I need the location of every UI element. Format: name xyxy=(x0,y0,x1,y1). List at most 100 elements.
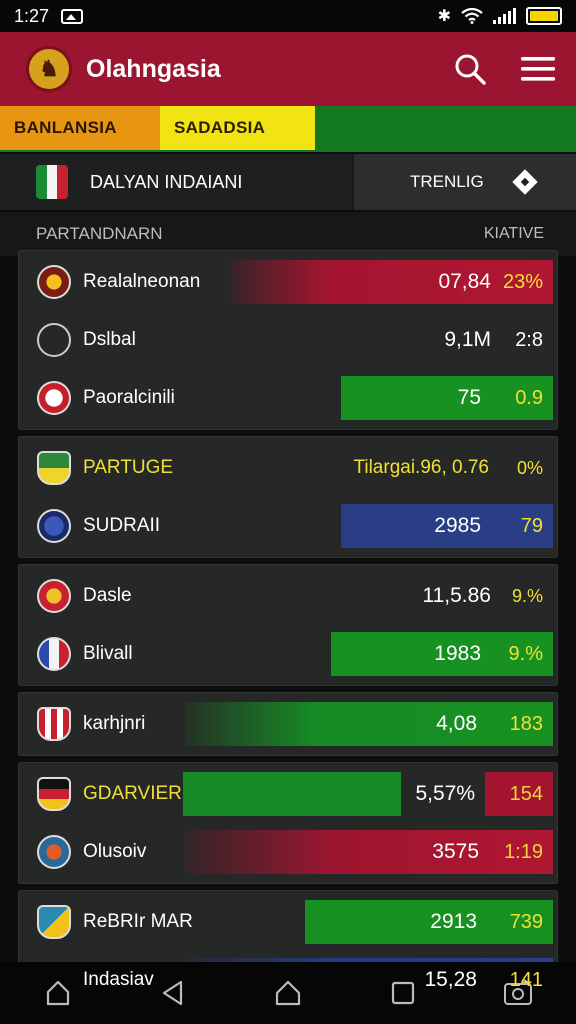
trending-label: TRENLIG xyxy=(410,172,484,191)
stat-value: 2913 xyxy=(430,910,477,933)
stat-value: 9,1M xyxy=(444,328,491,351)
team-row[interactable]: Dasle 11,5.86 9.% xyxy=(19,567,557,625)
signal-icon xyxy=(493,8,516,24)
stat-percent: 141 xyxy=(509,968,543,991)
stat-percent: 2:8 xyxy=(515,328,543,351)
column-left-label: PARTANDNARN xyxy=(36,224,163,243)
stat-value: 3575 xyxy=(432,840,479,863)
team-list: Realalneonan 07,84 23% Dslbal 9,1M 2:8 P… xyxy=(18,250,558,1018)
team-row[interactable]: Realalneonan 07,84 23% xyxy=(19,253,557,311)
team-badge-icon xyxy=(37,323,71,357)
stat-percent: 9.% xyxy=(508,642,543,665)
team-row[interactable]: PARTUGE Tilargai.96, 0.76 0% xyxy=(19,439,557,497)
team-badge-icon xyxy=(37,835,71,869)
search-button[interactable] xyxy=(450,49,490,89)
stat-percent: 0.9 xyxy=(515,386,543,409)
menu-button[interactable] xyxy=(518,49,558,89)
team-badge-icon xyxy=(37,509,71,543)
home-button[interactable] xyxy=(38,973,78,1013)
team-name: karhjnri xyxy=(83,713,146,734)
team-row[interactable]: SUDRAII 2985 79 xyxy=(19,497,557,555)
stat-percent: 9.% xyxy=(511,585,543,606)
team-name: Dasle xyxy=(83,585,132,606)
recents-button[interactable] xyxy=(383,973,423,1013)
league-name: DALYAN INDAIANI xyxy=(90,171,243,192)
bluetooth-icon: ✱ xyxy=(437,8,451,25)
team-name: SUDRAII xyxy=(83,515,161,536)
stat-percent: 154 xyxy=(509,782,543,805)
team-badge-icon xyxy=(37,905,71,939)
home-button-2[interactable] xyxy=(268,973,308,1013)
app-title: Olahngasia xyxy=(86,54,221,83)
home-icon xyxy=(46,980,69,1006)
team-row[interactable]: Dslbal 9,1M 2:8 xyxy=(19,311,557,369)
stat-value: 11,5.86 xyxy=(422,584,491,607)
team-row[interactable]: karhjnri 4,08 183 xyxy=(19,695,557,753)
wifi-icon xyxy=(461,8,483,24)
stat-value: 07,84 xyxy=(438,270,491,293)
team-group: GDARVIER 5,57% 154 Olusoiv 3575 1:19 xyxy=(18,762,558,884)
italy-flag-icon xyxy=(36,165,68,199)
home-icon xyxy=(275,980,301,1006)
team-group: Realalneonan 07,84 23% Dslbal 9,1M 2:8 P… xyxy=(18,250,558,430)
trending-toggle[interactable]: TRENLIG xyxy=(354,154,576,210)
column-right-label: KIATIVE xyxy=(483,225,544,242)
team-badge-icon xyxy=(37,265,71,299)
status-time: 1:27 xyxy=(14,5,50,26)
stat-percent: 739 xyxy=(509,910,543,933)
team-row[interactable]: Paoralcinili 75 0.9 xyxy=(19,369,557,427)
stat-bar xyxy=(185,830,553,874)
stat-value: 15,28 xyxy=(424,968,477,991)
stat-percent: 23% xyxy=(502,270,543,293)
team-badge-icon xyxy=(37,707,71,741)
stat-percent: 79 xyxy=(520,514,543,537)
team-badge-icon xyxy=(37,381,71,415)
filter-row: DALYAN INDAIANI TRENLIG xyxy=(0,154,576,210)
team-group: Dasle 11,5.86 9.% Blivall 1983 9.% xyxy=(18,564,558,686)
team-row[interactable]: Olusoiv 3575 1:19 xyxy=(19,823,557,881)
team-name: Dslbal xyxy=(83,329,136,350)
stat-value: 2985 xyxy=(434,514,481,537)
team-badge-icon xyxy=(37,637,71,671)
team-row[interactable]: Blivall 1983 9.% xyxy=(19,625,557,683)
tab-bar: BANLANSIA SADADSIA xyxy=(0,106,576,152)
team-name: PARTUGE xyxy=(83,457,174,478)
app-header: ♞ Olahngasia xyxy=(0,32,576,106)
status-bar: 1:27 ✱ xyxy=(0,0,576,32)
team-name: Indasiav xyxy=(83,969,154,990)
stat-value: 4,08 xyxy=(436,712,477,735)
stat-value: 1983 xyxy=(434,642,481,665)
team-name: Realalneonan xyxy=(83,271,201,292)
stat-value: Tilargai.96, 0.76 xyxy=(353,457,489,478)
team-row[interactable]: GDARVIER 5,57% 154 xyxy=(19,765,557,823)
tab-banlansia[interactable]: BANLANSIA xyxy=(0,106,160,150)
team-name: Olusoiv xyxy=(83,841,147,862)
team-name: Blivall xyxy=(83,643,133,664)
stat-percent: 1:19 xyxy=(504,840,543,863)
tab-sadadsia[interactable]: SADADSIA xyxy=(160,106,315,150)
square-icon xyxy=(392,981,415,1005)
status-icons: ✱ xyxy=(438,6,562,26)
team-badge-icon xyxy=(37,579,71,613)
stat-bar xyxy=(183,772,401,816)
image-notification-icon xyxy=(61,8,84,24)
back-button[interactable] xyxy=(153,973,193,1013)
team-group: PARTUGE Tilargai.96, 0.76 0% SUDRAII 298… xyxy=(18,436,558,558)
hamburger-menu-icon xyxy=(521,57,555,81)
team-badge-icon xyxy=(37,777,71,811)
back-icon xyxy=(162,980,182,1006)
league-selector[interactable]: DALYAN INDAIANI xyxy=(0,154,352,210)
stat-value: 75 xyxy=(457,386,481,409)
battery-icon xyxy=(526,7,562,25)
team-name: Paoralcinili xyxy=(83,387,175,408)
team-name: GDARVIER xyxy=(83,783,182,804)
diamond-icon xyxy=(511,169,538,195)
team-badge-icon xyxy=(37,451,71,485)
team-group: karhjnri 4,08 183 xyxy=(18,692,558,756)
stat-bar xyxy=(185,702,553,746)
search-icon xyxy=(455,54,486,85)
stat-percent: 0% xyxy=(516,457,543,478)
stat-percent: 183 xyxy=(509,712,543,735)
team-row[interactable]: ReBRIr MAR 2913 739 xyxy=(19,893,557,951)
club-logo: ♞ xyxy=(26,46,72,92)
